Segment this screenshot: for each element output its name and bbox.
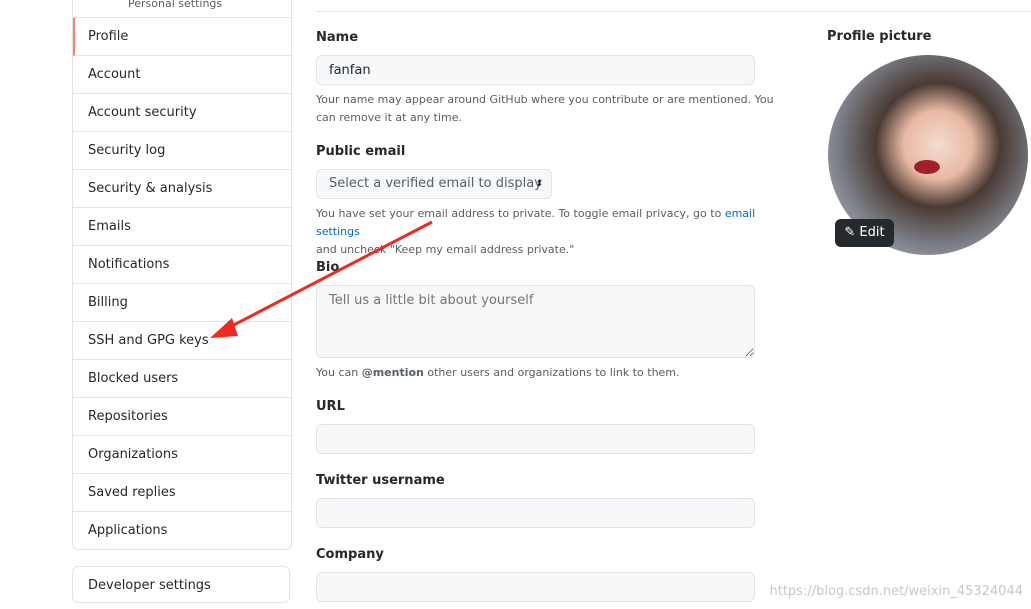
arrow-shaft [225,220,433,331]
arrow-head [210,318,238,338]
watermark: https://blog.csdn.net/weixin_45324044 [769,584,1023,599]
annotation-arrow [210,220,433,338]
